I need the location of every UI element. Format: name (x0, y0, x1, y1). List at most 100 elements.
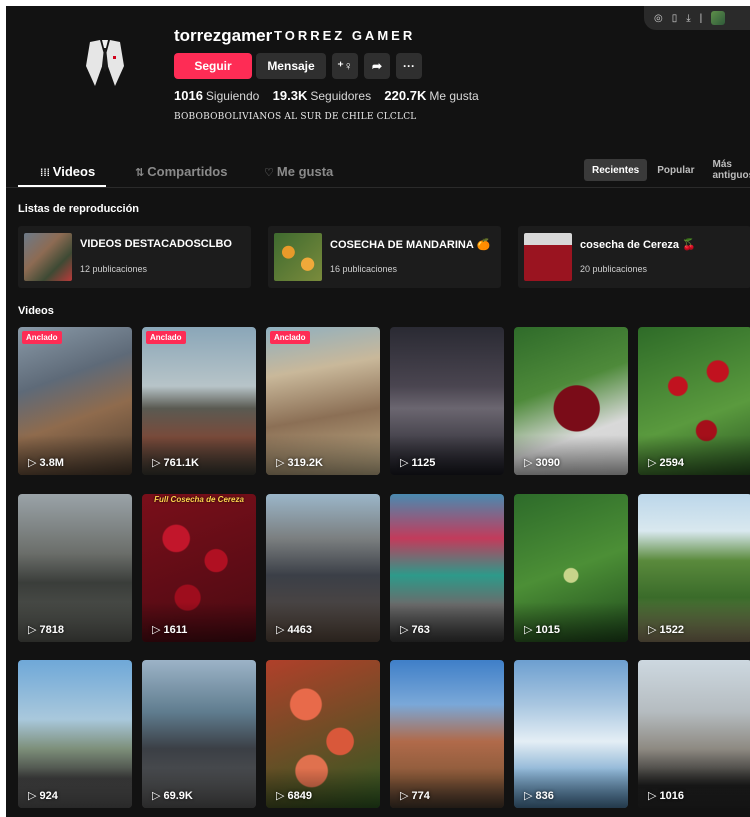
video-card[interactable]: ▷ 1016 (638, 660, 750, 808)
playlist-item[interactable]: COSECHA DE MANDARINA 🍊 16 publicaciones (268, 226, 501, 288)
view-count: ▷ 2594 (648, 457, 684, 469)
view-count: ▷ 1522 (648, 624, 684, 636)
thumbnail-shade (390, 435, 504, 475)
thumbnail-shade (266, 602, 380, 642)
pinned-badge: Anclado (146, 331, 186, 344)
likes-stat: 220.7K Me gusta (384, 88, 479, 103)
video-card[interactable]: ▷ 774 (390, 660, 504, 808)
thumbnail-shade (638, 602, 750, 642)
video-card[interactable]: ▷ 6849 (266, 660, 380, 808)
add-user-icon: ⁺♀ (337, 59, 353, 73)
sort-options: Recientes Popular Más antiguos (584, 159, 750, 181)
sort-oldest-button[interactable]: Más antiguos (704, 159, 750, 181)
view-count: ▷ 3090 (524, 457, 560, 469)
view-count: ▷ 1125 (400, 457, 436, 469)
following-stat[interactable]: 1016 Siguiendo (174, 88, 259, 103)
video-card[interactable]: Anclado ▷ 761.1K (142, 327, 256, 475)
thumbnail-shade (142, 768, 256, 808)
followers-stat[interactable]: 19.3K Seguidores (273, 88, 371, 103)
video-card[interactable]: ▷ 69.9K (142, 660, 256, 808)
more-icon: ··· (403, 59, 415, 73)
heart-outline-icon: ♡ (264, 167, 277, 179)
playlist-name: cosecha de Cereza 🍒 (580, 239, 696, 251)
playlist-count: 20 publicaciones (580, 264, 648, 274)
pinned-badge: Anclado (22, 331, 62, 344)
share-button[interactable]: ➦ (364, 53, 390, 79)
video-card[interactable]: ▷ 1522 (638, 494, 750, 642)
view-count: ▷ 7818 (28, 624, 64, 636)
thumbnail-shade (390, 768, 504, 808)
view-count: ▷ 69.9K (152, 790, 193, 802)
view-count: ▷ 1016 (648, 790, 684, 802)
thumbnail-shade (18, 602, 132, 642)
tab-liked[interactable]: ♡ Me gusta (264, 164, 333, 179)
tab-videos[interactable]: ⁞⁞⁞ Videos (40, 164, 95, 179)
thumbnail-shade (638, 768, 750, 808)
thumbnail-shade (514, 602, 628, 642)
pinned-badge: Anclado (270, 331, 310, 344)
video-card[interactable]: Anclado ▷ 319.2K (266, 327, 380, 475)
phone-icon[interactable]: ▯ (672, 13, 678, 24)
video-card[interactable]: ▷ 1125 (390, 327, 504, 475)
thumbnail-shade (638, 435, 750, 475)
sort-recent-button[interactable]: Recientes (584, 159, 648, 181)
username: torrezgamer (174, 26, 273, 45)
video-card[interactable]: ▷ 2594 (638, 327, 750, 475)
video-card[interactable]: ▷ 7818 (18, 494, 132, 642)
download-icon[interactable]: ⤓ (686, 13, 690, 24)
playlists-heading: Listas de reproducción (18, 203, 140, 215)
playlist-thumbnail (524, 233, 572, 281)
view-count: ▷ 6849 (276, 790, 312, 802)
separator-icon: | (699, 12, 703, 24)
view-count: ▷ 763 (400, 624, 430, 636)
more-options-button[interactable]: ··· (396, 53, 422, 79)
videos-heading: Videos (18, 305, 54, 317)
avatar[interactable] (80, 36, 130, 92)
browser-toolbar: ◎ ▯ ⤓ | (644, 6, 750, 30)
view-count: ▷ 924 (28, 790, 58, 802)
view-count: ▷ 774 (400, 790, 430, 802)
thumbnail-shade (142, 435, 256, 475)
view-count: ▷ 761.1K (152, 457, 199, 469)
thumbnail-shade (514, 768, 628, 808)
thumbnail-shade (266, 435, 380, 475)
grid-icon: ⁞⁞⁞ (40, 168, 53, 179)
tab-shared[interactable]: ⇅ Compartidos (135, 164, 227, 179)
playlist-name: COSECHA DE MANDARINA 🍊 (330, 239, 491, 251)
playlist-name: VIDEOS DESTACADOSCLBO (80, 238, 232, 250)
video-card[interactable]: ▷ 1015 (514, 494, 628, 642)
follow-button[interactable]: Seguir (174, 53, 252, 79)
video-card[interactable]: ▷ 4463 (266, 494, 380, 642)
playlist-thumbnail (24, 233, 72, 281)
thumbnail-shade (514, 435, 628, 475)
suit-logo-icon (86, 40, 124, 86)
playlist-thumbnail (274, 233, 322, 281)
tabs-divider (6, 187, 750, 188)
video-card[interactable]: ▷ 763 (390, 494, 504, 642)
thumbnail-shade (142, 602, 256, 642)
video-card[interactable]: Full Cosecha de Cereza ▷ 1611 (142, 494, 256, 642)
video-card[interactable]: ▷ 3090 (514, 327, 628, 475)
view-count: ▷ 1015 (524, 624, 560, 636)
video-card[interactable]: ▷ 836 (514, 660, 628, 808)
playlist-item[interactable]: VIDEOS DESTACADOSCLBO 12 publicaciones (18, 226, 251, 288)
compass-icon[interactable]: ◎ (654, 13, 663, 24)
add-friend-button[interactable]: ⁺♀ (332, 53, 358, 79)
repost-icon: ⇅ (135, 167, 148, 179)
video-card[interactable]: Anclado ▷ 3.8M (18, 327, 132, 475)
account-avatar-icon[interactable] (711, 11, 726, 25)
profile-page: ◎ ▯ ⤓ | torrezgamer TORREZ GAMER Seguir … (6, 6, 750, 817)
playlist-item[interactable]: cosecha de Cereza 🍒 20 publicaciones (518, 226, 750, 288)
profile-stats: 1016 Siguiendo 19.3K Seguidores 220.7K Me g… (174, 88, 479, 103)
video-card[interactable]: ▷ 924 (18, 660, 132, 808)
view-count: ▷ 3.8M (28, 457, 64, 469)
thumbnail-shade (18, 768, 132, 808)
thumbnail-shade (390, 602, 504, 642)
playlist-count: 16 publicaciones (330, 264, 398, 274)
thumbnail-shade (266, 768, 380, 808)
thumbnail-shade (18, 435, 132, 475)
message-button[interactable]: Mensaje (256, 53, 326, 79)
display-name: TORREZ GAMER (274, 28, 416, 43)
sort-popular-button[interactable]: Popular (649, 159, 702, 181)
video-caption-overlay: Full Cosecha de Cereza (154, 495, 244, 504)
